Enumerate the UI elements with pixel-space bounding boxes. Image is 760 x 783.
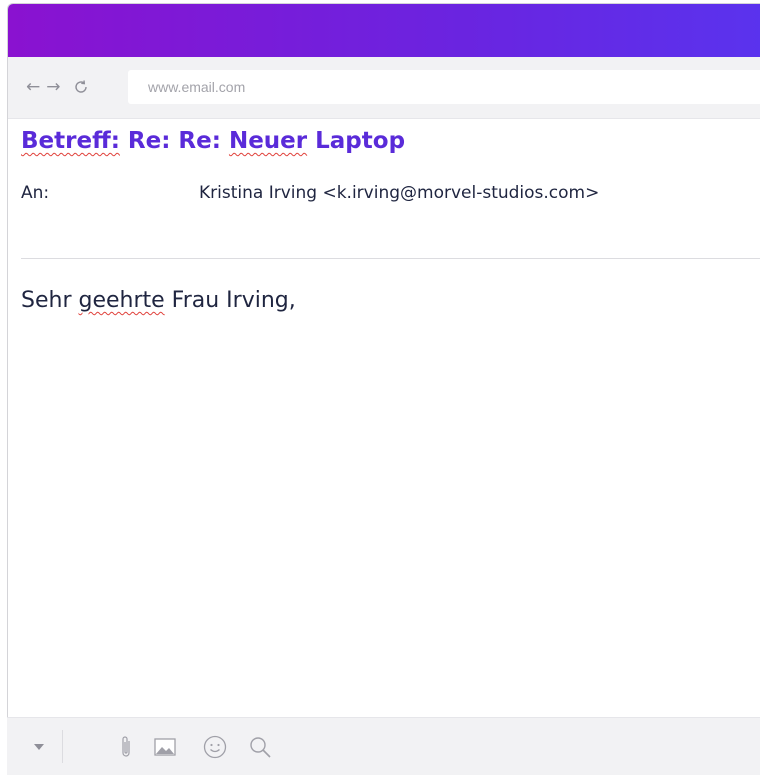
email-subject[interactable]: Betreff: Re: Re: Neuer Laptop: [21, 128, 405, 154]
email-body[interactable]: Sehr geehrte Frau Irving,: [21, 288, 296, 313]
emoji-icon[interactable]: [202, 718, 228, 775]
nav-controls: ← →: [26, 77, 89, 97]
header-divider: [21, 258, 760, 259]
compose-toolbar: [7, 717, 760, 775]
address-bar[interactable]: www.email.com: [128, 70, 760, 104]
body-word-geehrte: geehrte: [78, 288, 165, 313]
image-icon[interactable]: [152, 718, 178, 775]
subject-word-neuer: Neuer: [228, 128, 308, 154]
subject-prefix: Betreff:: [21, 128, 120, 154]
dropdown-caret-icon[interactable]: [27, 718, 51, 775]
body-text-start: Sehr: [21, 288, 79, 313]
back-arrow-icon[interactable]: ←: [26, 77, 40, 97]
search-icon[interactable]: [247, 718, 273, 775]
reload-icon[interactable]: [73, 79, 89, 95]
recipient-field[interactable]: Kristina Irving <k.irving@morvel-studios…: [199, 183, 599, 203]
paperclip-icon[interactable]: [115, 718, 137, 775]
to-label: An:: [21, 183, 50, 203]
body-text-end: Frau Irving,: [164, 288, 296, 313]
toolbar-separator: [62, 730, 63, 763]
browser-nav-bar: ← → www.email.com: [8, 57, 760, 119]
window-title-bar: [8, 4, 760, 57]
subject-reply-prefix: Re: Re:: [119, 128, 229, 154]
subject-rest: Laptop: [307, 128, 406, 154]
address-url: www.email.com: [148, 79, 246, 95]
forward-arrow-icon[interactable]: →: [46, 77, 60, 97]
email-window: ← → www.email.com: [7, 3, 760, 775]
